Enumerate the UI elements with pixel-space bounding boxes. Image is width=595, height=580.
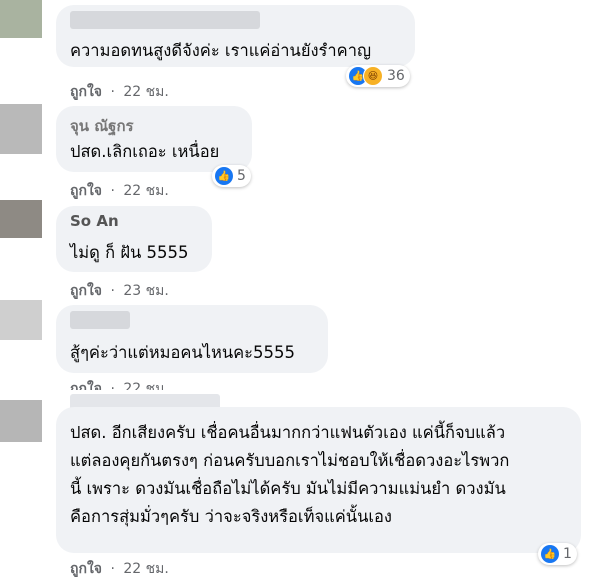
- comment-text: สู้ๆค่ะว่าแต่หมอคนไหนคะ5555: [70, 343, 296, 362]
- comment-bubble: สู้ๆค่ะว่าแต่หมอคนไหนคะ5555: [56, 305, 328, 373]
- timestamp[interactable]: 22 ชม.: [123, 561, 168, 577]
- comment-meta: ถูกใจ · 22 ชม.: [70, 558, 169, 580]
- timestamp[interactable]: 22 ชม.: [123, 381, 168, 390]
- comment-text: ไม่ดู ก็ ฝัน 5555: [70, 243, 189, 262]
- comment-text-line: นี้ เพราะ ดวงมันเชื่อถือไม่ได้ครับ มันไม…: [70, 479, 506, 498]
- separator: ·: [110, 381, 115, 390]
- commenter-name[interactable]: So An: [70, 212, 119, 230]
- timestamp[interactable]: 22 ชม.: [123, 84, 168, 100]
- haha-icon: 😆: [363, 66, 383, 86]
- comment-text-line: คือการสุ่มมั่วๆครับ ว่าจะจริงหรือเท็จแค่…: [70, 507, 392, 526]
- comment-text-line: ปสด. อีกเสียงครับ เชื่อคนอื่นมากกว่าแฟนต…: [70, 423, 506, 442]
- separator: ·: [110, 283, 115, 299]
- avatar[interactable]: [0, 0, 42, 38]
- avatar[interactable]: [0, 300, 42, 340]
- comment-bubble: So An ไม่ดู ก็ ฝัน 5555: [56, 206, 212, 272]
- comment-text-line: แต่ลองคุยกันตรงๆ ก่อนครับบอกเราไม่ชอบให้…: [70, 451, 510, 470]
- separator: ·: [110, 183, 115, 199]
- like-link[interactable]: ถูกใจ: [70, 561, 102, 577]
- like-link[interactable]: ถูกใจ: [70, 381, 102, 390]
- comment-bubble: ความอดทนสูงดีจังค่ะ เราแค่อ่านยังรำคาญ: [56, 5, 415, 67]
- commenter-name-blurred[interactable]: [70, 11, 260, 29]
- like-link[interactable]: ถูกใจ: [70, 84, 102, 100]
- comment-text: ความอดทนสูงดีจังค่ะ เราแค่อ่านยังรำคาญ: [70, 41, 372, 60]
- reaction-badge[interactable]: 👍 1: [538, 543, 577, 565]
- like-link[interactable]: ถูกใจ: [70, 283, 102, 299]
- comment-meta: ถูกใจ · 22 ชม.: [70, 378, 169, 390]
- avatar[interactable]: [0, 200, 42, 238]
- like-icon: 👍: [541, 545, 559, 563]
- avatar[interactable]: [0, 400, 42, 442]
- reaction-badge[interactable]: 👍 😆 36: [346, 65, 410, 87]
- like-icon: 👍: [215, 167, 233, 185]
- timestamp[interactable]: 23 ชม.: [123, 283, 168, 299]
- commenter-name-blurred[interactable]: [70, 311, 130, 329]
- like-link[interactable]: ถูกใจ: [70, 183, 102, 199]
- commenter-name[interactable]: จุน ณัฐกร: [70, 114, 134, 138]
- reaction-count: 36: [387, 68, 405, 84]
- comment-meta: ถูกใจ · 22 ชม.: [70, 81, 169, 103]
- reaction-badge[interactable]: 👍 5: [212, 165, 251, 187]
- timestamp[interactable]: 22 ชม.: [123, 183, 168, 199]
- comment-bubble: ปสด. อีกเสียงครับ เชื่อคนอื่นมากกว่าแฟนต…: [56, 407, 581, 553]
- comment-text: ปสด.เลิกเถอะ เหนื่อย: [70, 142, 220, 161]
- comment-bubble: จุน ณัฐกร ปสด.เลิกเถอะ เหนื่อย: [56, 106, 252, 172]
- reaction-count: 5: [237, 168, 246, 184]
- separator: ·: [110, 84, 115, 100]
- separator: ·: [110, 561, 115, 577]
- avatar[interactable]: [0, 104, 42, 154]
- reaction-count: 1: [563, 546, 572, 562]
- comment-meta: ถูกใจ · 23 ชม.: [70, 280, 169, 302]
- comment-meta: ถูกใจ · 22 ชม.: [70, 180, 169, 202]
